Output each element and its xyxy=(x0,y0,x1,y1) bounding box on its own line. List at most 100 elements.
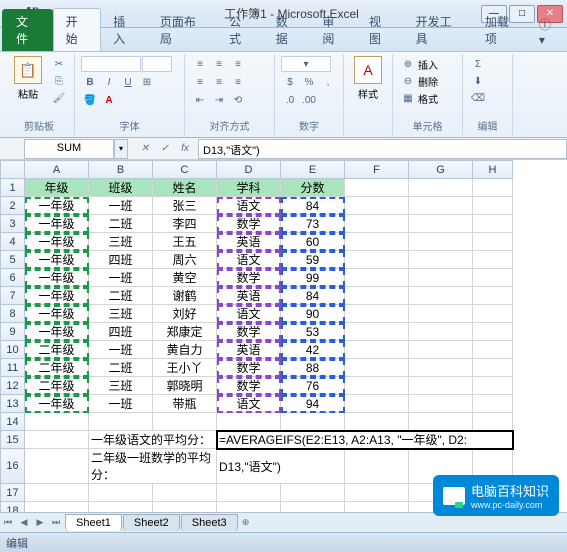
cell[interactable]: 一年级 xyxy=(25,197,89,215)
font-family-select[interactable] xyxy=(81,56,141,72)
cell[interactable] xyxy=(25,413,89,431)
cell[interactable] xyxy=(409,215,473,233)
tab-data[interactable]: 数据 xyxy=(264,9,311,51)
tab-file[interactable]: 文件 xyxy=(2,9,53,51)
row-header[interactable]: 17 xyxy=(1,484,25,502)
delete-label[interactable]: 删除 xyxy=(418,74,438,89)
cell[interactable] xyxy=(409,341,473,359)
cut-icon[interactable]: ✂ xyxy=(50,56,68,72)
cell[interactable] xyxy=(345,449,409,484)
cell[interactable] xyxy=(473,269,513,287)
cell[interactable] xyxy=(25,502,89,513)
cell[interactable]: 一年级 xyxy=(25,215,89,233)
cell[interactable]: 99 xyxy=(281,269,345,287)
fx-icon[interactable]: fx xyxy=(176,140,194,158)
tab-review[interactable]: 审阅 xyxy=(310,9,357,51)
cell[interactable] xyxy=(473,215,513,233)
cell[interactable] xyxy=(217,484,281,502)
comma-icon[interactable]: , xyxy=(319,74,337,90)
row-header[interactable]: 6 xyxy=(1,269,25,287)
border-button[interactable]: ⊞ xyxy=(138,74,156,90)
sheet-nav-next-icon[interactable]: ▶ xyxy=(32,515,48,531)
bold-button[interactable]: B xyxy=(81,74,99,90)
cell[interactable]: 年级 xyxy=(25,179,89,197)
name-box[interactable]: SUM xyxy=(24,139,114,159)
cell[interactable] xyxy=(153,413,217,431)
cell[interactable] xyxy=(345,377,409,395)
cell[interactable]: 一班 xyxy=(89,341,153,359)
cell[interactable]: 一年级 xyxy=(25,233,89,251)
cell[interactable] xyxy=(89,413,153,431)
cell[interactable] xyxy=(409,413,473,431)
row-header[interactable]: 10 xyxy=(1,341,25,359)
col-header-E[interactable]: E xyxy=(281,161,345,179)
cell[interactable] xyxy=(473,179,513,197)
format-label[interactable]: 格式 xyxy=(418,91,438,106)
cell[interactable] xyxy=(473,395,513,413)
cell[interactable]: 周六 xyxy=(153,251,217,269)
sheet-area[interactable]: A B C D E F G H 1 年级 班级 姓名 学科 分数 2一年级一班张… xyxy=(0,160,567,512)
cell[interactable] xyxy=(345,287,409,305)
align-bottom-icon[interactable]: ≡ xyxy=(229,56,247,72)
row-header[interactable]: 7 xyxy=(1,287,25,305)
cell[interactable]: 59 xyxy=(281,251,345,269)
italic-button[interactable]: I xyxy=(100,74,118,90)
row-header[interactable]: 14 xyxy=(1,413,25,431)
cell[interactable]: 语文 xyxy=(217,305,281,323)
cell[interactable] xyxy=(473,377,513,395)
tab-page-layout[interactable]: 页面布局 xyxy=(148,9,217,51)
cell[interactable] xyxy=(473,287,513,305)
cell[interactable] xyxy=(473,341,513,359)
sheet-nav-prev-icon[interactable]: ◀ xyxy=(16,515,32,531)
tab-formulas[interactable]: 公式 xyxy=(217,9,264,51)
cell[interactable]: 带瓶 xyxy=(153,395,217,413)
cell[interactable]: 三班 xyxy=(89,305,153,323)
col-header-A[interactable]: A xyxy=(25,161,89,179)
name-box-dropdown[interactable]: ▾ xyxy=(114,139,128,159)
cell[interactable] xyxy=(345,323,409,341)
ribbon-help-icon[interactable]: ⓘ ▾ xyxy=(531,12,567,51)
cell[interactable] xyxy=(409,359,473,377)
cell[interactable]: D13,"语文") xyxy=(217,449,345,484)
autosum-icon[interactable]: Σ xyxy=(469,56,487,72)
format-icon[interactable]: ▦ xyxy=(399,90,417,106)
cell[interactable]: 60 xyxy=(281,233,345,251)
cell[interactable]: 谢鹤 xyxy=(153,287,217,305)
col-header-H[interactable]: H xyxy=(473,161,513,179)
sheet-tab[interactable]: Sheet1 xyxy=(65,514,122,531)
align-top-icon[interactable]: ≡ xyxy=(191,56,209,72)
cell[interactable]: 数学 xyxy=(217,269,281,287)
number-format-select[interactable]: ▾ xyxy=(281,56,331,72)
cell[interactable] xyxy=(25,431,89,449)
cell[interactable]: 四班 xyxy=(89,323,153,341)
tab-insert[interactable]: 插入 xyxy=(101,9,148,51)
cell[interactable]: 英语 xyxy=(217,233,281,251)
cell[interactable] xyxy=(281,484,345,502)
cell[interactable] xyxy=(345,341,409,359)
orientation-icon[interactable]: ⟲ xyxy=(229,92,247,108)
cell[interactable]: 分数 xyxy=(281,179,345,197)
formula-bar-input[interactable]: D13,"语文") xyxy=(198,139,567,159)
decimal-decrease-icon[interactable]: .00 xyxy=(300,92,318,108)
insert-label[interactable]: 插入 xyxy=(418,57,438,72)
cell[interactable]: 刘好 xyxy=(153,305,217,323)
cell[interactable] xyxy=(409,269,473,287)
cell[interactable]: 英语 xyxy=(217,341,281,359)
cell[interactable] xyxy=(345,413,409,431)
cell[interactable]: 黄空 xyxy=(153,269,217,287)
cell[interactable]: 二班 xyxy=(89,287,153,305)
cell[interactable]: 数学 xyxy=(217,323,281,341)
cell[interactable] xyxy=(345,233,409,251)
cell[interactable]: 二班 xyxy=(89,359,153,377)
align-right-icon[interactable]: ≡ xyxy=(229,74,247,90)
cell[interactable]: 二年级 xyxy=(25,341,89,359)
spreadsheet-grid[interactable]: A B C D E F G H 1 年级 班级 姓名 学科 分数 2一年级一班张… xyxy=(0,160,513,512)
cell[interactable]: 一班 xyxy=(89,197,153,215)
active-cell[interactable]: =AVERAGEIFS(E2:E13, A2:A13, "一年级", D2: xyxy=(217,431,513,449)
row-header[interactable]: 1 xyxy=(1,179,25,197)
cell[interactable]: 王小丫 xyxy=(153,359,217,377)
cell[interactable] xyxy=(345,179,409,197)
cell[interactable] xyxy=(345,484,409,502)
cell[interactable]: 90 xyxy=(281,305,345,323)
cell[interactable] xyxy=(345,197,409,215)
